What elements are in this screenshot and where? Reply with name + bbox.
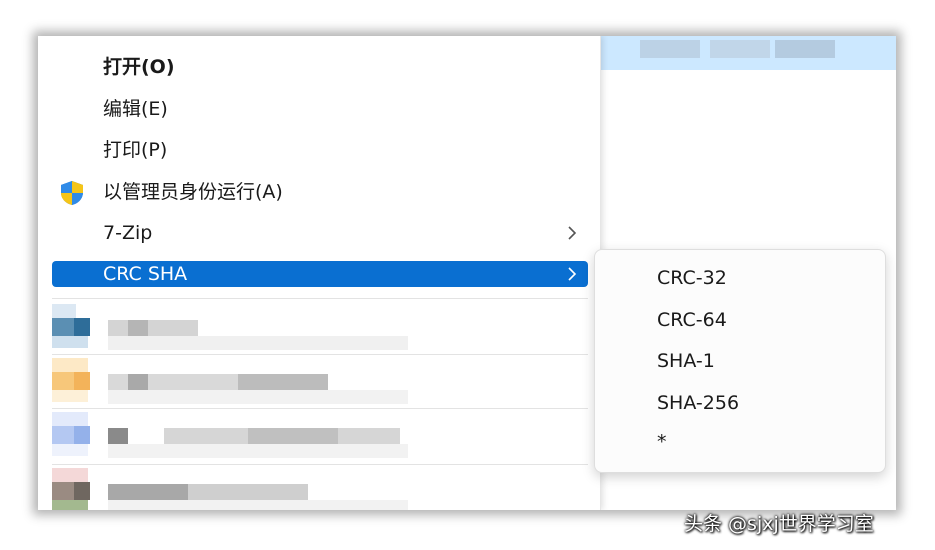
menu-item-label: 打印(P): [103, 139, 168, 161]
submenu-item-label: CRC-64: [657, 309, 727, 331]
menu-item-label: CRC SHA: [103, 263, 188, 285]
submenu-item-sha256[interactable]: SHA-256: [603, 385, 877, 421]
shield-icon: [61, 181, 83, 205]
submenu-item-all[interactable]: *: [603, 424, 877, 460]
screenshot-frame: 打开(O) 编辑(E) 打印(P) 以管理员身份运行(A) 7-Zip CRC …: [38, 36, 896, 510]
menu-separator: [52, 298, 588, 299]
menu-item-print[interactable]: 打印(P): [52, 137, 588, 163]
selected-file-row[interactable]: [600, 36, 896, 70]
menu-item-label: 以管理员身份运行(A): [103, 181, 283, 203]
menu-item-edit[interactable]: 编辑(E): [52, 96, 588, 122]
menu-item-7zip[interactable]: 7-Zip: [52, 220, 588, 246]
submenu-item-label: SHA-256: [657, 392, 740, 414]
submenu-item-crc64[interactable]: CRC-64: [603, 302, 877, 338]
chevron-right-icon: [568, 267, 577, 281]
menu-item-label: 编辑(E): [103, 98, 168, 120]
crc-sha-submenu: CRC-32 CRC-64 SHA-1 SHA-256 *: [594, 249, 886, 473]
chevron-right-icon: [568, 226, 577, 240]
menu-item-open[interactable]: 打开(O): [52, 54, 588, 80]
menu-item-crc-sha[interactable]: CRC SHA: [52, 261, 588, 287]
context-menu: 打开(O) 编辑(E) 打印(P) 以管理员身份运行(A) 7-Zip CRC …: [38, 36, 601, 510]
submenu-item-label: SHA-1: [657, 350, 715, 372]
submenu-item-label: *: [657, 431, 667, 453]
submenu-item-label: CRC-32: [657, 267, 727, 289]
watermark: 头条 @sjxj世界学习室: [684, 513, 874, 535]
menu-item-label: 打开(O): [103, 56, 175, 78]
submenu-item-crc32[interactable]: CRC-32: [603, 260, 877, 296]
submenu-item-sha1[interactable]: SHA-1: [603, 343, 877, 379]
menu-item-label: 7-Zip: [103, 222, 153, 244]
menu-item-run-as-admin[interactable]: 以管理员身份运行(A): [52, 179, 588, 205]
